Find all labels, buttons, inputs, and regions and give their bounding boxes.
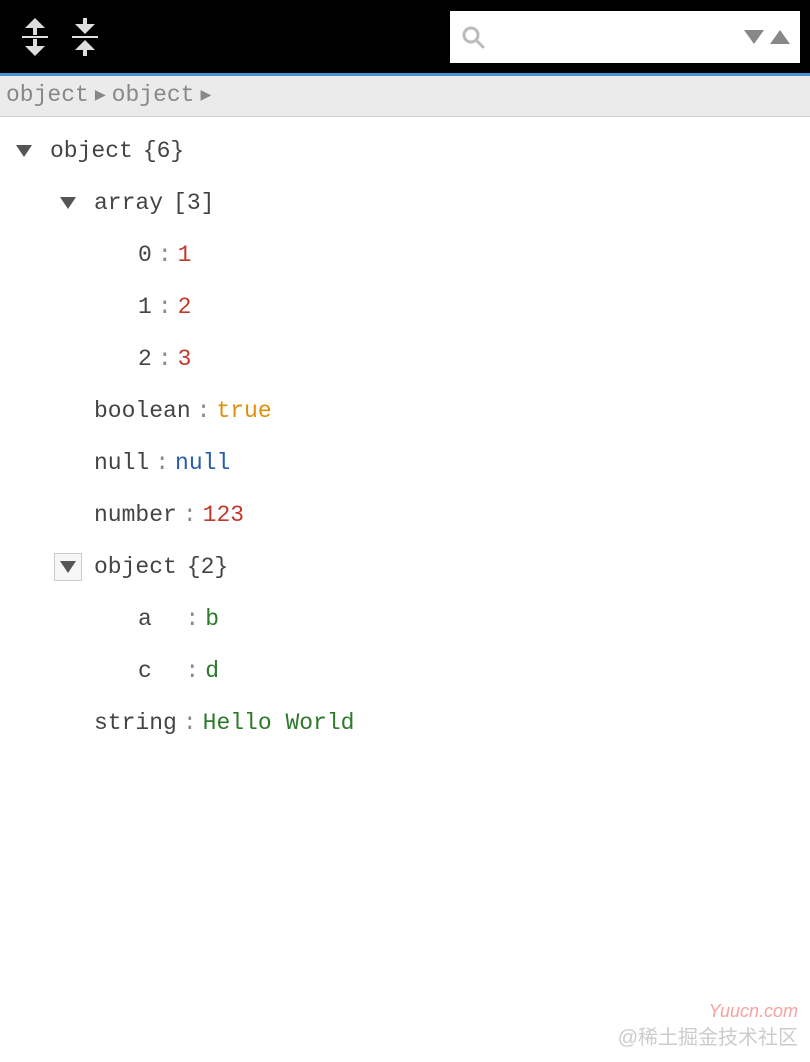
node-value: Hello World	[203, 710, 355, 736]
breadcrumb: object ▶ object ▶	[0, 76, 810, 117]
node-value: 1	[178, 242, 192, 268]
expand-all-button[interactable]	[10, 7, 60, 67]
tree-row[interactable]: c : d	[10, 645, 810, 697]
colon: :	[152, 346, 178, 372]
search-input[interactable]	[450, 20, 734, 53]
node-key: a	[138, 606, 152, 632]
chevron-right-icon: ▶	[201, 84, 212, 106]
collapse-all-icon	[70, 18, 100, 56]
node-key: object	[50, 138, 133, 164]
breadcrumb-item[interactable]: object	[6, 82, 89, 108]
colon: :	[179, 606, 205, 632]
tree-row[interactable]: string : Hello World	[10, 697, 810, 749]
search-next-icon[interactable]	[744, 30, 764, 44]
tree-row[interactable]: 0 : 1	[10, 229, 810, 281]
node-key: 0	[138, 242, 152, 268]
node-meta: [3]	[173, 190, 214, 216]
tree-row[interactable]: object {2}	[10, 541, 810, 593]
colon: :	[177, 710, 203, 736]
tree-row-root[interactable]: object {6}	[10, 125, 810, 177]
colon: :	[179, 658, 205, 684]
node-value: 2	[178, 294, 192, 320]
node-key: object	[94, 554, 177, 580]
colon: :	[191, 398, 217, 424]
collapse-all-button[interactable]	[60, 7, 110, 67]
tree-row[interactable]: boolean : true	[10, 385, 810, 437]
expand-all-icon	[20, 18, 50, 56]
watermark: @稀土掘金技术社区	[618, 1021, 798, 1050]
tree-row[interactable]: number : 123	[10, 489, 810, 541]
node-key: null	[94, 450, 149, 476]
node-key: boolean	[94, 398, 191, 424]
node-key: number	[94, 502, 177, 528]
toolbar	[0, 0, 810, 76]
colon: :	[149, 450, 175, 476]
chevron-right-icon: ▶	[95, 84, 106, 106]
node-meta: {6}	[143, 138, 184, 164]
node-key: array	[94, 190, 163, 216]
breadcrumb-item[interactable]: object	[112, 82, 195, 108]
node-key: 1	[138, 294, 152, 320]
colon: :	[152, 294, 178, 320]
search-nav	[734, 30, 800, 44]
colon: :	[177, 502, 203, 528]
node-key: string	[94, 710, 177, 736]
tree-row[interactable]: array [3]	[10, 177, 810, 229]
tree-row[interactable]: 2 : 3	[10, 333, 810, 385]
tree-row[interactable]: a : b	[10, 593, 810, 645]
node-key: 2	[138, 346, 152, 372]
watermark: Yuucn.com	[709, 1001, 798, 1022]
tree-row[interactable]: 1 : 2	[10, 281, 810, 333]
node-value: 123	[203, 502, 244, 528]
node-meta: {2}	[187, 554, 228, 580]
twisty-down-icon[interactable]	[10, 137, 38, 165]
tree-row[interactable]: null : null	[10, 437, 810, 489]
colon: :	[152, 242, 178, 268]
twisty-down-icon[interactable]	[54, 553, 82, 581]
twisty-down-icon[interactable]	[54, 189, 82, 217]
node-value: null	[175, 450, 230, 476]
node-value: d	[205, 658, 219, 684]
search-prev-icon[interactable]	[770, 30, 790, 44]
node-value: 3	[178, 346, 192, 372]
search-box	[450, 11, 800, 63]
json-tree: object {6} array [3] 0 : 1 1 : 2 2 : 3 b…	[0, 117, 810, 749]
node-key: c	[138, 658, 152, 684]
node-value: b	[205, 606, 219, 632]
node-value: true	[216, 398, 271, 424]
